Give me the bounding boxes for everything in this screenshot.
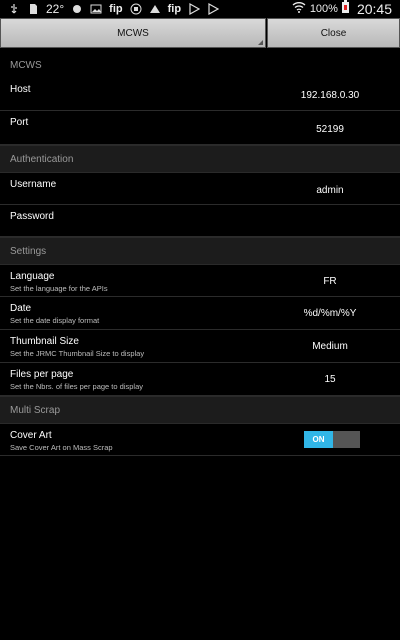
date-description: Set the date display format (10, 316, 100, 325)
date-row[interactable]: Date Set the date display format %d/%m/%… (0, 297, 400, 330)
status-icons-right: 100% 20:45 (292, 0, 392, 18)
files-per-page-row[interactable]: Files per page Set the Nbrs. of files pe… (0, 363, 400, 396)
close-button-label: Close (320, 27, 347, 39)
port-label: Port (10, 117, 29, 128)
password-label: Password (10, 211, 54, 222)
files-per-page-description: Set the Nbrs. of files per page to displ… (10, 382, 143, 391)
date-value: %d/%m/%Y (303, 308, 357, 319)
app-icon (130, 3, 142, 15)
top-toolbar: MCWS Close (0, 18, 400, 49)
cover-art-label: Cover Art (10, 430, 52, 441)
battery-percent: 100% (309, 3, 338, 15)
cover-art-toggle[interactable]: ON (304, 431, 360, 448)
cover-art-row[interactable]: Cover Art Save Cover Art on Mass Scrap O… (0, 424, 400, 456)
username-label: Username (10, 179, 57, 190)
fip-icon-2: fip (167, 3, 182, 15)
thumbnail-size-row[interactable]: Thumbnail Size Set the JRMC Thumbnail Si… (0, 330, 400, 363)
mcws-button[interactable]: MCWS (0, 18, 266, 48)
mcws-button-label: MCWS (117, 27, 149, 39)
thumbnail-size-description: Set the JRMC Thumbnail Size to display (10, 349, 145, 358)
thumbnail-size-value: Medium (312, 341, 348, 352)
arrow-app-icon (149, 3, 161, 15)
usb-icon (8, 3, 20, 15)
image-icon (90, 3, 102, 15)
files-per-page-label: Files per page (10, 369, 74, 380)
battery-icon (341, 0, 349, 18)
date-label: Date (10, 303, 32, 314)
weather-temperature: 22° (46, 2, 65, 16)
status-bar: 22° fip fip 100% 20:45 (0, 0, 400, 18)
sim-card-icon (27, 3, 39, 15)
language-row[interactable]: Language Set the language for the APIs F… (0, 265, 400, 297)
close-button[interactable]: Close (267, 18, 400, 48)
port-row[interactable]: Port 52199 (0, 111, 400, 145)
fip-icon: fip (109, 3, 123, 15)
play-store-icon (188, 2, 201, 16)
settings-list: MCWS Host 192.168.0.30 Port 52199 Authen… (0, 52, 400, 456)
host-row[interactable]: Host 192.168.0.30 (0, 78, 400, 111)
username-value: admin (316, 185, 344, 196)
clock: 20:45 (356, 1, 392, 17)
cover-art-toggle-on: ON (304, 431, 333, 448)
language-label: Language (10, 271, 55, 282)
section-header-multi-scrap: Multi Scrap (0, 396, 400, 424)
dropdown-corner-icon (258, 40, 263, 45)
language-value: FR (323, 276, 337, 287)
host-value: 192.168.0.30 (300, 90, 360, 101)
cover-art-description: Save Cover Art on Mass Scrap (10, 443, 113, 452)
weather-icon (71, 3, 83, 15)
section-header-authentication: Authentication (0, 145, 400, 173)
files-per-page-value: 15 (324, 374, 336, 385)
status-icons-left: 22° fip fip (8, 1, 220, 17)
language-description: Set the language for the APIs (10, 284, 108, 293)
cover-art-toggle-off-area (333, 431, 360, 448)
username-row[interactable]: Username admin (0, 173, 400, 205)
password-row[interactable]: Password (0, 205, 400, 237)
thumbnail-size-label: Thumbnail Size (10, 336, 79, 347)
host-label: Host (10, 84, 31, 95)
play-store-icon-2 (207, 2, 220, 16)
port-value: 52199 (316, 124, 344, 135)
wifi-icon (292, 0, 306, 18)
section-header-settings: Settings (0, 237, 400, 265)
section-header-mcws: MCWS (0, 52, 400, 78)
